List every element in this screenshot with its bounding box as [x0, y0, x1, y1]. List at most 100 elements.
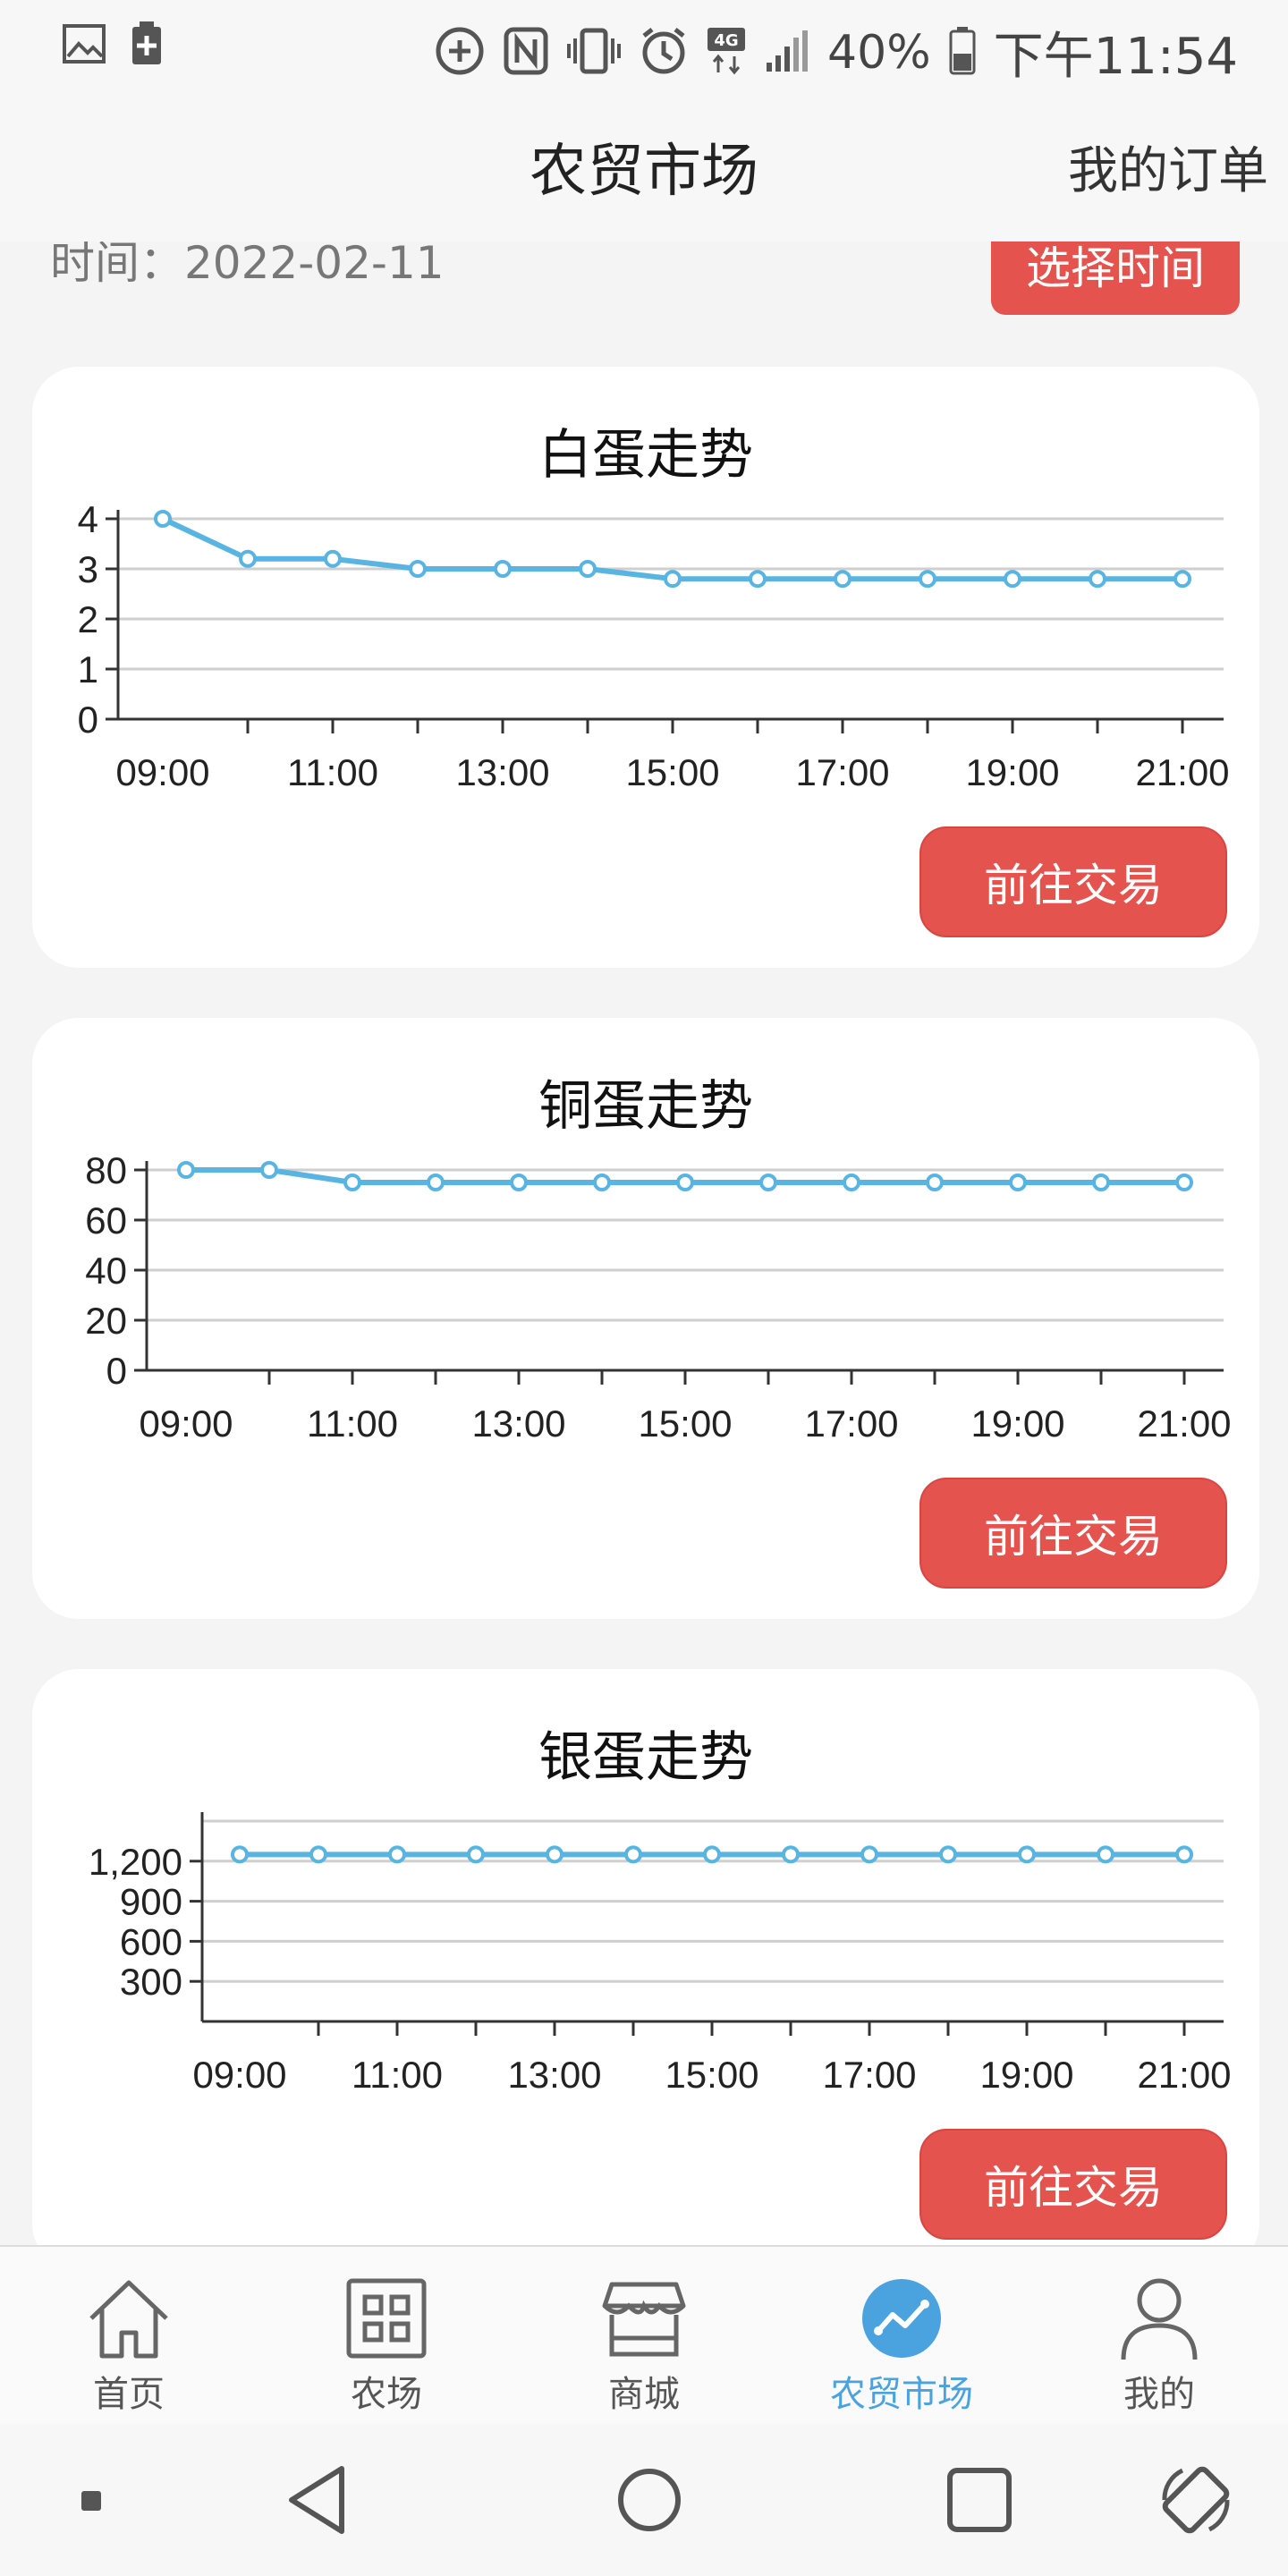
x-tick-label: 15:00 — [665, 2054, 758, 2096]
data-point — [1175, 1845, 1193, 1864]
x-tick-label: 13:00 — [455, 751, 549, 793]
y-tick-label: 900 — [120, 1881, 182, 1923]
nav-label: 农场 — [351, 2374, 422, 2415]
go-trade-button[interactable]: 前往交易 — [919, 826, 1227, 937]
nav-label: 我的 — [1123, 2374, 1195, 2415]
x-tick-label: 21:00 — [1135, 751, 1229, 793]
data-point — [843, 1174, 860, 1191]
line-chart-silver-egg: 3006009001,200 09:00 11:00 13:00 15:00 17:00 1… — [89, 1812, 1232, 2096]
data-point — [494, 560, 512, 578]
data-point — [834, 570, 852, 589]
data-point — [676, 1174, 694, 1191]
data-point — [919, 570, 936, 589]
data-point — [782, 1845, 800, 1864]
rotate-icon[interactable] — [1156, 2460, 1236, 2540]
dot-icon[interactable] — [54, 2460, 134, 2540]
vibrate-icon — [566, 28, 622, 78]
x-tick-label: 21:00 — [1137, 1402, 1231, 1445]
battery-icon — [949, 26, 976, 79]
y-tick-label: 1 — [78, 648, 98, 691]
data-point — [1097, 1845, 1114, 1864]
x-tick-label: 17:00 — [804, 1402, 898, 1445]
store-icon — [602, 2282, 686, 2357]
data-point — [260, 1161, 278, 1179]
data-point — [664, 570, 682, 589]
data-point — [1009, 1174, 1027, 1191]
y-tick-label: 3 — [78, 548, 98, 590]
x-tick-label: 11:00 — [307, 1402, 398, 1445]
4g-icon: 4G — [706, 26, 747, 80]
home-circle-icon[interactable] — [609, 2460, 690, 2540]
data-point — [427, 1174, 445, 1191]
data-point — [1175, 1174, 1193, 1191]
y-tick-label: 0 — [106, 1350, 127, 1392]
nav-item-profile[interactable]: 我的 — [1070, 2256, 1249, 2417]
data-point — [1174, 570, 1191, 589]
y-tick-label: 60 — [85, 1199, 127, 1241]
x-tick-label: 21:00 — [1137, 2054, 1231, 2096]
data-point — [510, 1174, 528, 1191]
data-point — [239, 549, 257, 568]
x-tick-label: 09:00 — [115, 751, 209, 793]
data-point — [860, 1845, 878, 1864]
data-point — [467, 1845, 485, 1864]
data-point — [1004, 570, 1021, 589]
line-chart-white-egg: 0 1 2 3 4 09:00 11:00 13:00 15:00 17:00 19:00 21:00 — [78, 498, 1230, 793]
nav-label: 商城 — [608, 2374, 680, 2415]
nav-item-farm[interactable]: 农场 — [297, 2256, 476, 2417]
data-point — [546, 1845, 564, 1864]
my-orders-link[interactable]: 我的订单 — [1068, 131, 1268, 203]
back-icon[interactable] — [279, 2460, 360, 2540]
y-tick-label: 80 — [85, 1149, 127, 1191]
data-point — [939, 1845, 957, 1864]
go-trade-button[interactable]: 前往交易 — [919, 1478, 1227, 1589]
data-point — [177, 1161, 195, 1179]
recents-icon[interactable] — [939, 2460, 1020, 2540]
gallery-icon — [63, 24, 106, 67]
battery-saver-icon — [131, 21, 163, 70]
chart-card-white-egg: 白蛋走势 0 1 2 3 4 09:00 11:00 13:00 15:00 17:00 19:00… — [32, 367, 1259, 968]
x-tick-label: 15:00 — [625, 751, 719, 793]
x-tick-label: 13:00 — [471, 1402, 565, 1445]
data-point — [1018, 1845, 1036, 1864]
svg-text:4G: 4G — [714, 31, 738, 50]
data-point — [154, 510, 172, 528]
y-tick-label: 300 — [120, 1961, 182, 2003]
nav-item-mall[interactable]: 商城 — [555, 2256, 733, 2417]
bottom-nav: 首页 农场 商城 农贸市场 我的 — [0, 2245, 1288, 2424]
x-tick-label: 17:00 — [822, 2054, 916, 2096]
x-tick-label: 19:00 — [965, 751, 1059, 793]
chart-card-silver-egg: 银蛋走势 300 600 900 1,200 09:00 11:00 13:00 15:00 1… — [32, 1669, 1259, 2270]
grid-icon — [346, 2278, 427, 2359]
x-tick-label: 09:00 — [139, 1402, 233, 1445]
data-point — [1089, 570, 1106, 589]
x-tick-label: 17:00 — [795, 751, 889, 793]
sync-icon — [434, 25, 486, 80]
data-point — [309, 1845, 327, 1864]
signal-icon — [765, 29, 809, 77]
data-point — [409, 560, 427, 578]
x-tick-label: 11:00 — [287, 751, 378, 793]
nav-item-home[interactable]: 首页 — [39, 2256, 218, 2417]
chart-card-copper-egg: 铜蛋走势 0 20 40 60 80 09:00 11:00 13:00 15:00 17:00 1… — [32, 1018, 1259, 1619]
data-point — [703, 1845, 721, 1864]
nav-label: 首页 — [93, 2374, 165, 2415]
nfc-icon — [504, 27, 548, 79]
data-point — [593, 1174, 611, 1191]
data-point — [926, 1174, 944, 1191]
home-icon — [89, 2280, 168, 2359]
x-tick-label: 15:00 — [638, 1402, 732, 1445]
nav-item-market[interactable]: 农贸市场 — [812, 2256, 991, 2417]
data-point — [624, 1845, 642, 1864]
nav-label: 农贸市场 — [830, 2374, 973, 2415]
y-tick-label: 4 — [78, 498, 98, 540]
go-trade-button[interactable]: 前往交易 — [919, 2129, 1227, 2240]
profile-icon — [1121, 2278, 1198, 2360]
data-point — [324, 549, 342, 568]
y-tick-label: 20 — [85, 1300, 127, 1342]
data-point — [343, 1174, 361, 1191]
x-tick-label: 13:00 — [507, 2054, 601, 2096]
y-tick-label: 0 — [78, 699, 98, 741]
data-point — [231, 1845, 249, 1864]
data-point — [759, 1174, 777, 1191]
